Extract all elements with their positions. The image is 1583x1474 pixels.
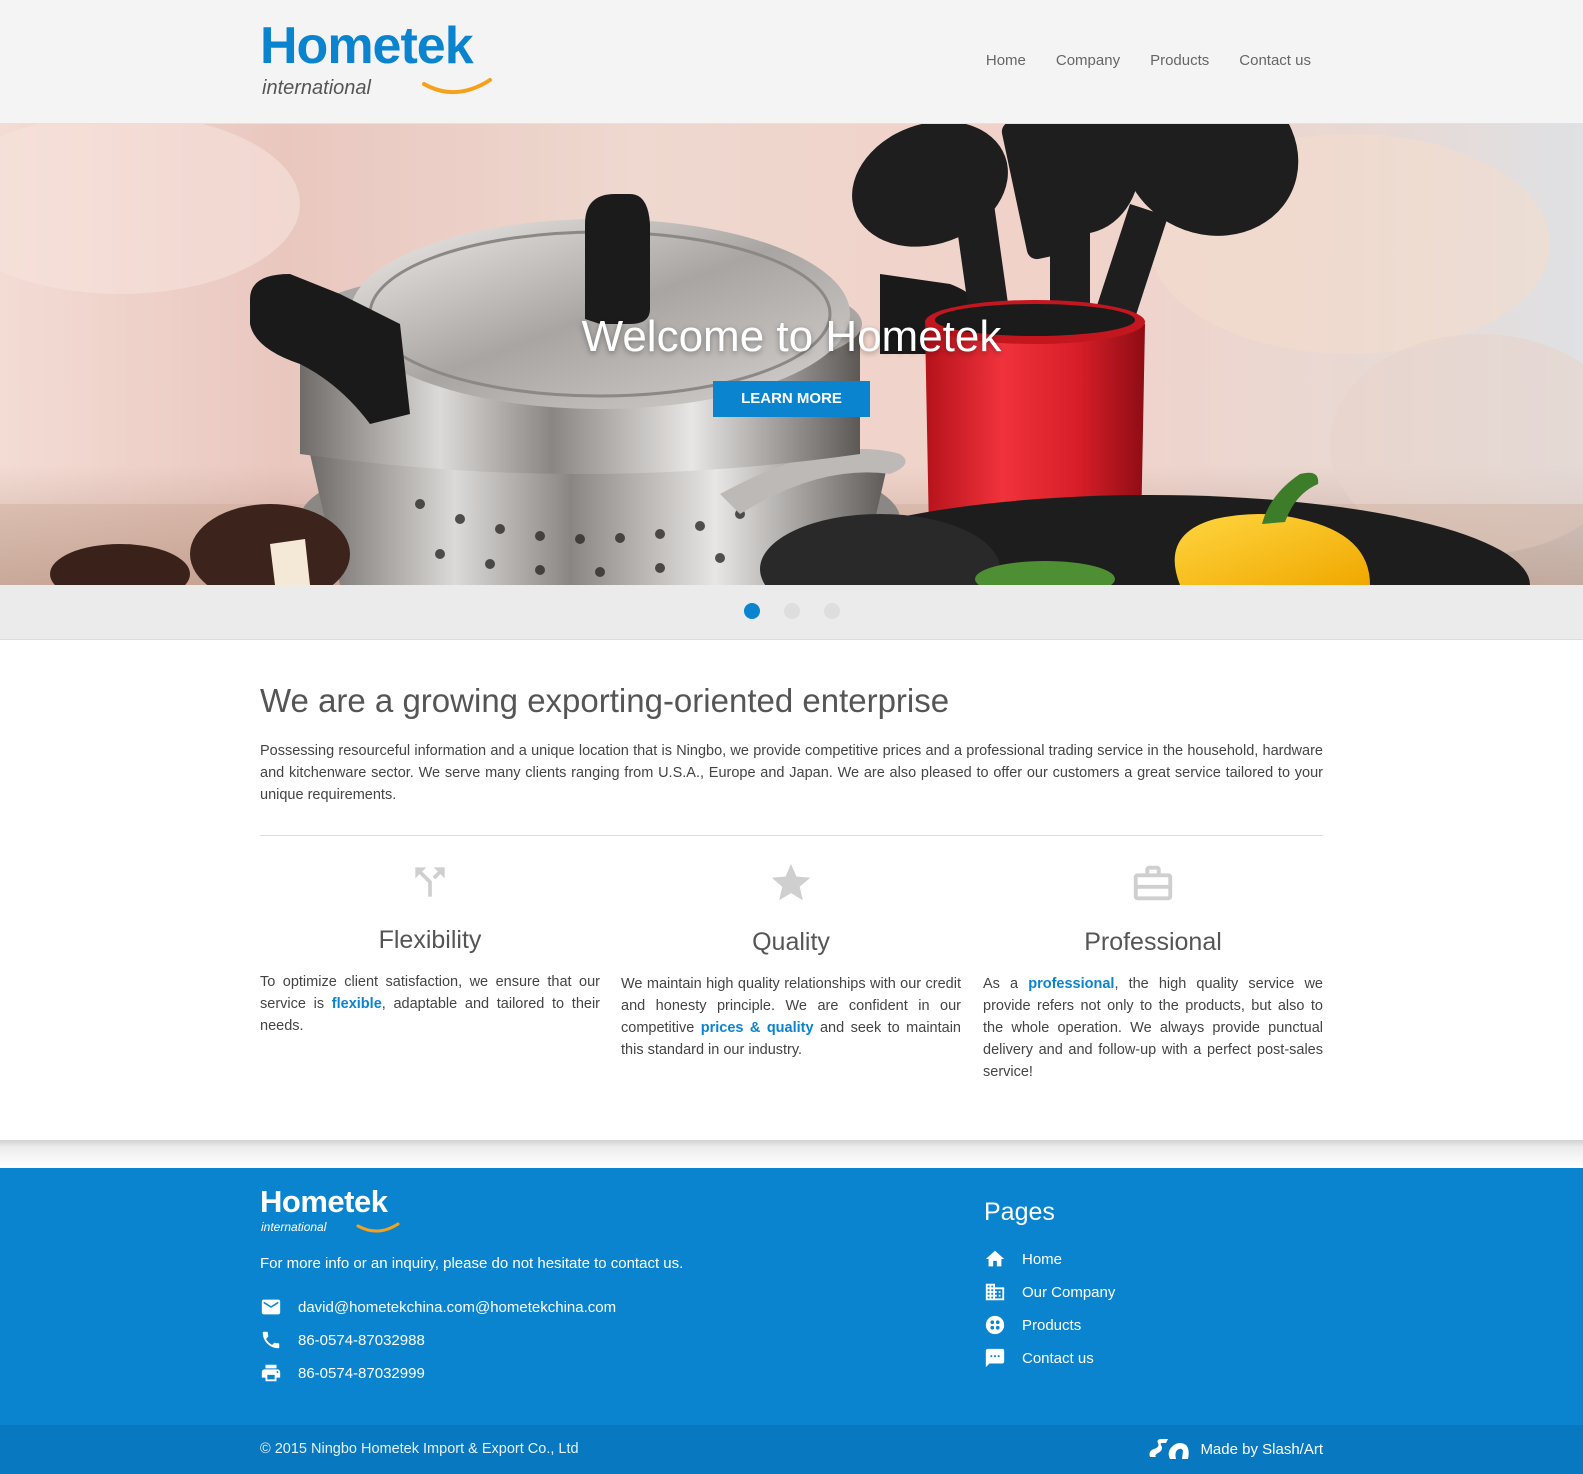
footer-logo[interactable]: Hometek international	[260, 1186, 420, 1236]
contact-phone-value: 86-0574-87032988	[298, 1331, 425, 1349]
feature-flexibility: Flexibility To optimize client satisfact…	[260, 860, 600, 1037]
home-icon	[984, 1248, 1006, 1270]
footer-link-home[interactable]: Home	[984, 1248, 1062, 1270]
content-divider	[260, 835, 1323, 836]
contact-email[interactable]: david@hometekchina.com@hometekchina.com	[260, 1296, 616, 1318]
intro-paragraph: Possessing resourceful information and a…	[260, 743, 1323, 803]
logo-subtitle: international	[262, 77, 371, 99]
chat-icon	[984, 1347, 1006, 1369]
star-icon	[771, 863, 811, 901]
feature-title: Quality	[752, 928, 830, 956]
contact-email-value: david@hometekchina.com@hometekchina.com	[298, 1298, 617, 1316]
call-split-icon	[415, 867, 445, 897]
feature-text: As a professional, the high quality serv…	[983, 973, 1323, 1083]
footer-logo-subtitle: international	[261, 1220, 327, 1234]
contact-phone[interactable]: 86-0574-87032988	[260, 1329, 425, 1351]
email-icon	[260, 1296, 282, 1318]
footer-tagline: For more info or an inquiry, please do n…	[260, 1255, 684, 1272]
slash-art-logo-icon	[1149, 1439, 1190, 1459]
logo-wordmark: Hometek	[260, 17, 474, 75]
footer-logo-wordmark: Hometek	[260, 1184, 388, 1219]
logo-smile-icon	[422, 78, 492, 95]
feature-quality: Quality We maintain high quality relatio…	[621, 860, 961, 1061]
learn-more-button[interactable]: LEARN MORE	[713, 381, 870, 417]
products-icon	[984, 1314, 1006, 1336]
site-footer: Hometek international For more info or a…	[0, 1168, 1583, 1425]
contact-fax[interactable]: 86-0574-87032999	[260, 1362, 425, 1384]
footer-link-company[interactable]: Our Company	[984, 1281, 1115, 1303]
slide-dot-1[interactable]	[744, 603, 760, 619]
briefcase-icon	[1133, 865, 1173, 901]
footer-link-label: Home	[1022, 1250, 1063, 1268]
nav-contact[interactable]: Contact us	[1239, 52, 1311, 69]
feature-text: We maintain high quality relationships w…	[621, 973, 961, 1061]
section-heading: We are a growing exporting-oriented ente…	[260, 682, 950, 719]
nav-company[interactable]: Company	[1056, 52, 1120, 69]
feature-text-part: As a	[983, 976, 1029, 992]
footer-link-label: Contact us	[1022, 1349, 1094, 1367]
hero-title: Welcome to Hometek	[581, 312, 1002, 361]
contact-fax-value: 86-0574-87032999	[298, 1364, 425, 1382]
slider-pagination	[0, 585, 1583, 640]
made-by-text: Made by Slash/Art	[1200, 1440, 1323, 1458]
fax-printer-icon	[260, 1362, 282, 1384]
hero-slider: Welcome to Hometek LEARN MORE	[0, 124, 1583, 585]
pages-heading: Pages	[984, 1198, 1055, 1226]
feature-text: To optimize client satisfaction, we ensu…	[260, 971, 600, 1037]
footer-logo-smile-icon	[356, 1222, 400, 1233]
nav-home[interactable]: Home	[986, 52, 1026, 69]
building-icon	[984, 1281, 1006, 1303]
footer-link-label: Our Company	[1022, 1283, 1116, 1301]
footer-link-contact[interactable]: Contact us	[984, 1347, 1094, 1369]
feature-professional: Professional As a professional, the high…	[983, 860, 1323, 1083]
flexible-link[interactable]: flexible	[332, 996, 382, 1012]
main-nav: Home Company Products Contact us	[986, 52, 1311, 69]
site-header: Hometek international Home Company Produ…	[0, 0, 1583, 124]
feature-title: Flexibility	[378, 926, 482, 954]
slide-dot-2[interactable]	[784, 603, 800, 619]
professional-link[interactable]: professional	[1028, 976, 1114, 992]
footer-link-products[interactable]: Products	[984, 1314, 1081, 1336]
hometek-logo[interactable]: Hometek international	[260, 20, 530, 105]
feature-title: Professional	[1084, 928, 1222, 956]
phone-icon	[260, 1329, 282, 1351]
bottom-bar: © 2015 Ningbo Hometek Import & Export Co…	[0, 1425, 1583, 1474]
made-by-link[interactable]: Made by Slash/Art	[1146, 1437, 1323, 1461]
slide-dot-3[interactable]	[824, 603, 840, 619]
prices-quality-link[interactable]: prices & quality	[701, 1020, 814, 1036]
footer-link-label: Products	[1022, 1316, 1082, 1334]
footer-shadow-divider	[0, 1140, 1583, 1168]
nav-products[interactable]: Products	[1150, 52, 1209, 69]
copyright-text: © 2015 Ningbo Hometek Import & Export Co…	[260, 1441, 579, 1457]
